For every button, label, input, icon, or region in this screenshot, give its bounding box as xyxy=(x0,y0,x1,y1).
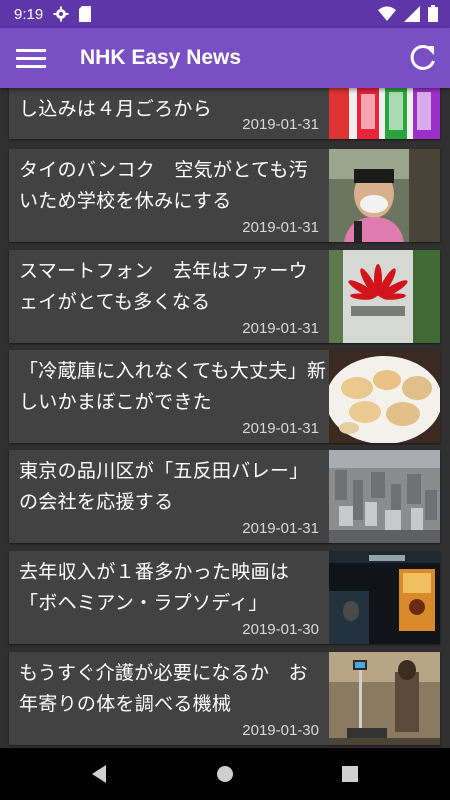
menu-icon[interactable] xyxy=(16,44,46,72)
article-date: 2019-01-31 xyxy=(242,520,319,537)
boy-with-mask-thumbnail xyxy=(329,149,440,242)
article-date: 2019-01-31 xyxy=(242,116,319,133)
article-card[interactable]: タイのバンコク 空気がとても汚いため学校を休みにする 2019-01-31 xyxy=(9,149,440,242)
article-date: 2019-01-30 xyxy=(242,722,319,739)
navigation-bar xyxy=(0,748,450,800)
recents-icon[interactable] xyxy=(338,762,362,786)
article-date: 2019-01-31 xyxy=(242,219,319,236)
article-card[interactable]: し込みは４月ごろから 2019-01-31 xyxy=(9,88,440,139)
refresh-icon[interactable] xyxy=(408,42,438,72)
kamaboko-thumbnail xyxy=(329,350,440,443)
app-title: NHK Easy News xyxy=(80,46,242,69)
chart-thumbnail xyxy=(329,88,440,139)
wifi-icon xyxy=(378,6,396,26)
huawei-logo-thumbnail xyxy=(329,250,440,343)
article-card[interactable]: 東京の品川区が「五反田バレー」の会社を応援する 2019-01-31 xyxy=(9,450,440,543)
sd-card-icon xyxy=(79,6,92,22)
article-headline: 東京の品川区が「五反田バレー」の会社を応援する xyxy=(19,460,309,513)
city-aerial-thumbnail xyxy=(329,450,440,543)
home-icon[interactable] xyxy=(213,762,237,786)
article-date: 2019-01-30 xyxy=(242,621,319,638)
article-card[interactable]: 去年収入が１番多かった映画は「ボヘミアン・ラプソディ」 2019-01-30 xyxy=(9,551,440,644)
article-date: 2019-01-31 xyxy=(242,320,319,337)
article-card[interactable]: スマートフォン 去年はファーウェイがとても多くなる 2019-01-31 xyxy=(9,250,440,343)
article-list[interactable]: し込みは４月ごろから 2019-01-31 タイのバンコク 空気がとても汚いため… xyxy=(0,88,450,748)
gear-icon xyxy=(53,6,69,22)
article-headline: 去年収入が１番多かった映画は「ボヘミアン・ラプソディ」 xyxy=(19,561,290,614)
back-icon[interactable] xyxy=(88,762,112,786)
article-card[interactable]: もうすぐ介護が必要になるか お年寄りの体を調べる機械 2019-01-30 xyxy=(9,652,440,745)
app-bar: NHK Easy News xyxy=(0,28,450,88)
article-card[interactable]: 「冷蔵庫に入れなくても大丈夫」新しいかまぼこができた 2019-01-31 xyxy=(9,350,440,443)
article-headline: もうすぐ介護が必要になるか お年寄りの体を調べる機械 xyxy=(19,662,308,715)
article-date: 2019-01-31 xyxy=(242,420,319,437)
signal-icon xyxy=(404,5,420,26)
article-headline: スマートフォン 去年はファーウェイがとても多くなる xyxy=(19,260,308,313)
movie-screen-thumbnail xyxy=(329,551,440,644)
article-headline: 「冷蔵庫に入れなくても大丈夫」新しいかまぼこができた xyxy=(19,360,327,413)
article-headline: タイのバンコク 空気がとても汚いため学校を休みにする xyxy=(19,159,308,212)
status-bar: 9:19 xyxy=(0,0,450,28)
machine-thumbnail xyxy=(329,652,440,745)
status-time: 9:19 xyxy=(14,5,44,23)
battery-icon xyxy=(428,5,438,26)
